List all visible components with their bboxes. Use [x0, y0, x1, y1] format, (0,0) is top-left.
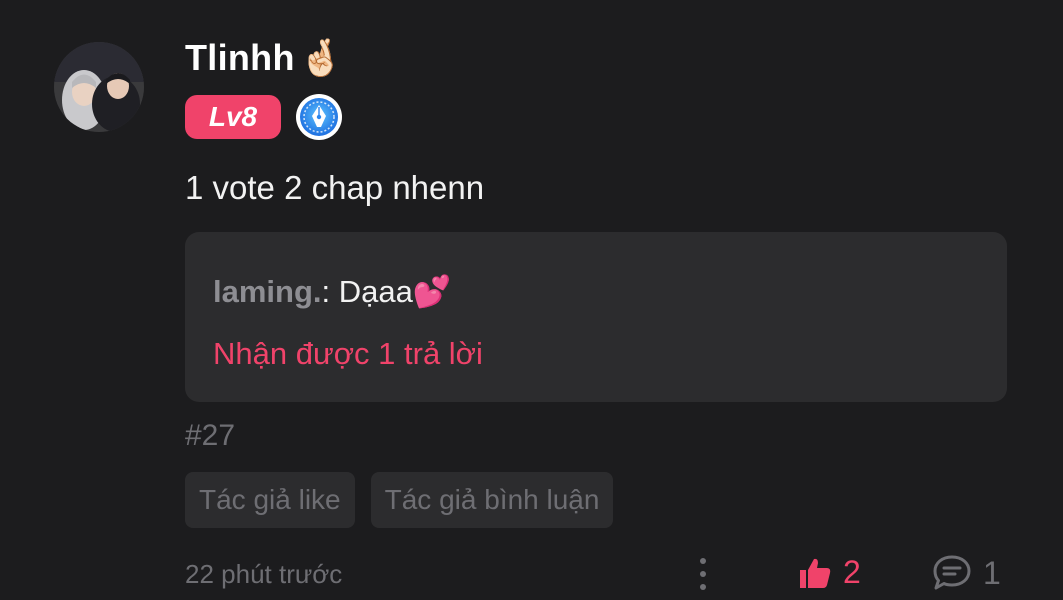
comment-text: 1 vote 2 chap nhenn [185, 169, 485, 206]
badge-row: Lv8 [185, 92, 1007, 142]
comment-footer: 22 phút trước 2 1 [185, 554, 1007, 594]
like-count: 2 [843, 554, 861, 590]
reply-count: 1 [983, 554, 1001, 591]
reply-preview-line: laming.: Dạaa💕 [213, 270, 979, 314]
reply-author[interactable]: laming. [213, 274, 322, 309]
reply-text: Dạaa💕 [338, 274, 452, 309]
user-avatar[interactable] [54, 42, 144, 132]
tag-author-like: Tác giả like [185, 472, 355, 528]
thumbs-up-icon [800, 558, 831, 588]
tag-author-comment: Tác giả bình luận [370, 472, 614, 528]
avatar-photo [54, 42, 144, 132]
comment-number: #27 [185, 419, 236, 452]
reply-separator: : [321, 274, 339, 309]
crossed-fingers-emoji: 🤞🏻 [298, 38, 344, 79]
replies-count-link[interactable]: Nhận được 1 trả lời [213, 334, 979, 374]
reply-preview-box[interactable]: laming.: Dạaa💕 Nhận được 1 trả lời [185, 232, 1007, 402]
level-badge: Lv8 [185, 95, 281, 139]
username-row: Tlinhh 🤞🏻 [185, 30, 1007, 86]
author-tags: Tác giả like Tác giả bình luận [185, 472, 1007, 528]
writer-pen-badge-icon [296, 94, 342, 140]
comment-item: Tlinhh 🤞🏻 Lv8 1 vote 2 chap nhenn laming… [0, 0, 1063, 600]
username[interactable]: Tlinhh [185, 37, 295, 79]
comment-bubble-icon [933, 555, 971, 590]
more-vertical-icon[interactable] [691, 558, 715, 590]
reply-button[interactable]: 1 [931, 554, 1001, 592]
comment-content: Tlinhh 🤞🏻 Lv8 1 vote 2 chap nhenn laming… [185, 30, 1007, 594]
like-button[interactable]: 2 [797, 554, 861, 591]
timestamp: 22 phút trước [185, 558, 343, 589]
